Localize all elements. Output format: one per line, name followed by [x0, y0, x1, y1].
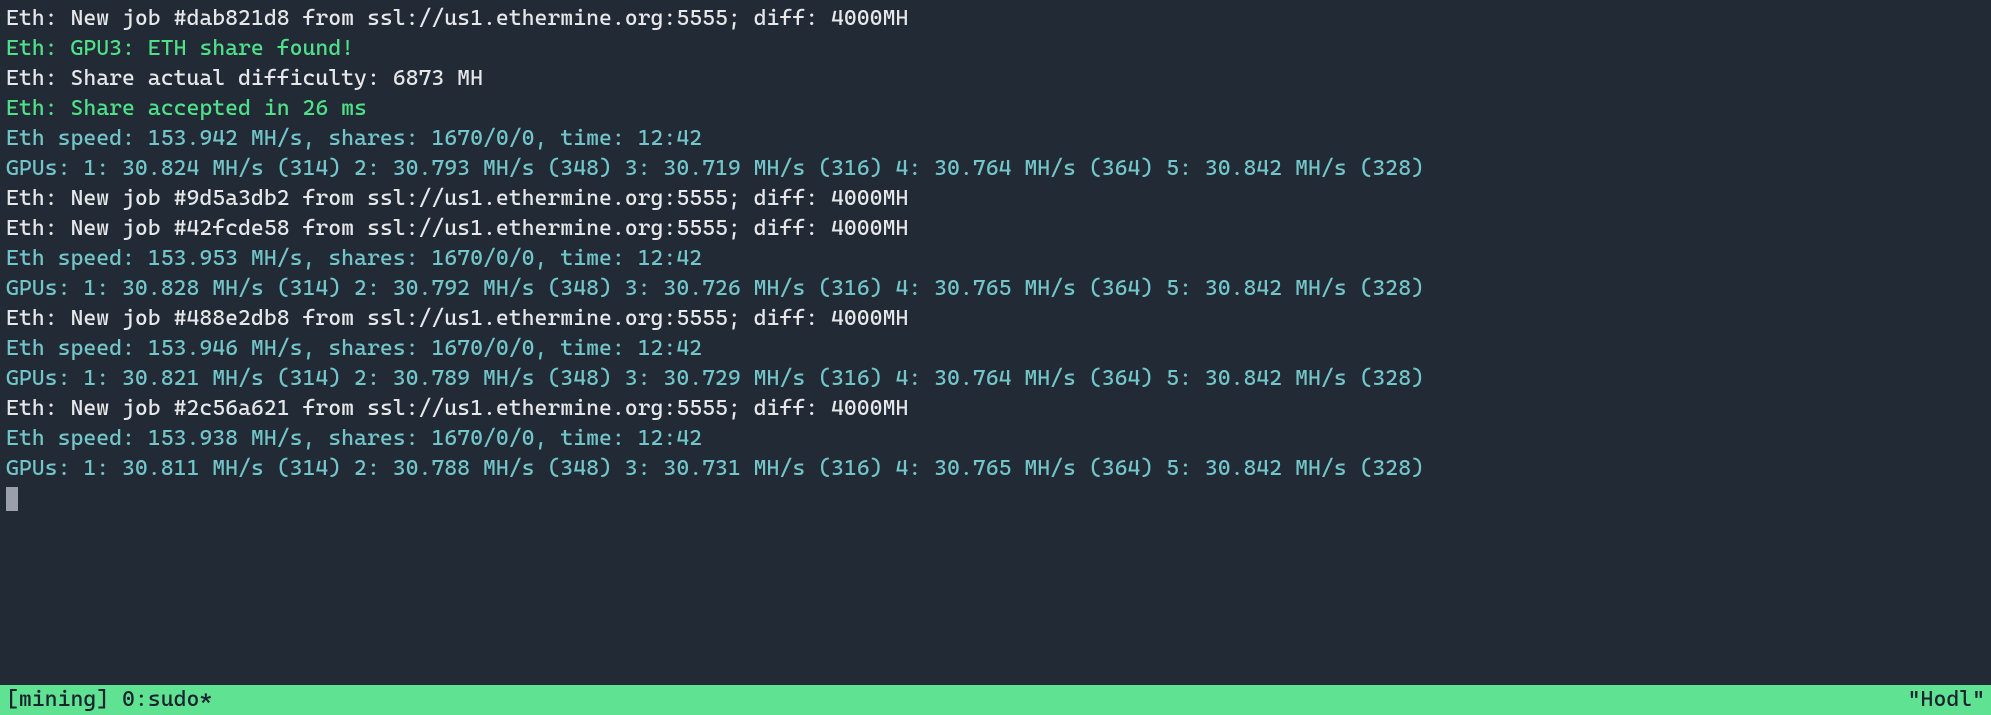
- terminal-line: GPUs: 1: 30.824 MH/s (314) 2: 30.793 MH/…: [6, 154, 1985, 184]
- terminal-line: Eth speed: 153.953 MH/s, shares: 1670/0/…: [6, 244, 1985, 274]
- terminal-line: Eth: New job #9d5a3db2 from ssl://us1.et…: [6, 184, 1985, 214]
- terminal-line: GPUs: 1: 30.811 MH/s (314) 2: 30.788 MH/…: [6, 454, 1985, 484]
- terminal-line: GPUs: 1: 30.828 MH/s (314) 2: 30.792 MH/…: [6, 274, 1985, 304]
- tmux-hostname: "Hodl": [1908, 685, 1985, 715]
- terminal-line: Eth: New job #dab821d8 from ssl://us1.et…: [6, 4, 1985, 34]
- terminal-cursor-line: [6, 484, 1985, 514]
- terminal-output[interactable]: Eth: New job #dab821d8 from ssl://us1.et…: [0, 0, 1991, 514]
- tmux-status-bar: [mining] 0:sudo* "Hodl": [0, 685, 1991, 715]
- terminal-line: Eth speed: 153.942 MH/s, shares: 1670/0/…: [6, 124, 1985, 154]
- terminal-line: Eth: GPU3: ETH share found!: [6, 34, 1985, 64]
- cursor-icon: [6, 487, 18, 511]
- terminal-line: Eth: New job #2c56a621 from ssl://us1.et…: [6, 394, 1985, 424]
- terminal-line: Eth: Share accepted in 26 ms: [6, 94, 1985, 124]
- terminal-line: GPUs: 1: 30.821 MH/s (314) 2: 30.789 MH/…: [6, 364, 1985, 394]
- terminal-line: Eth speed: 153.938 MH/s, shares: 1670/0/…: [6, 424, 1985, 454]
- terminal-line: Eth speed: 153.946 MH/s, shares: 1670/0/…: [6, 334, 1985, 364]
- terminal-line: Eth: New job #488e2db8 from ssl://us1.et…: [6, 304, 1985, 334]
- terminal-line: Eth: Share actual difficulty: 6873 MH: [6, 64, 1985, 94]
- terminal-line: Eth: New job #42fcde58 from ssl://us1.et…: [6, 214, 1985, 244]
- tmux-session-window: [mining] 0:sudo*: [6, 685, 212, 715]
